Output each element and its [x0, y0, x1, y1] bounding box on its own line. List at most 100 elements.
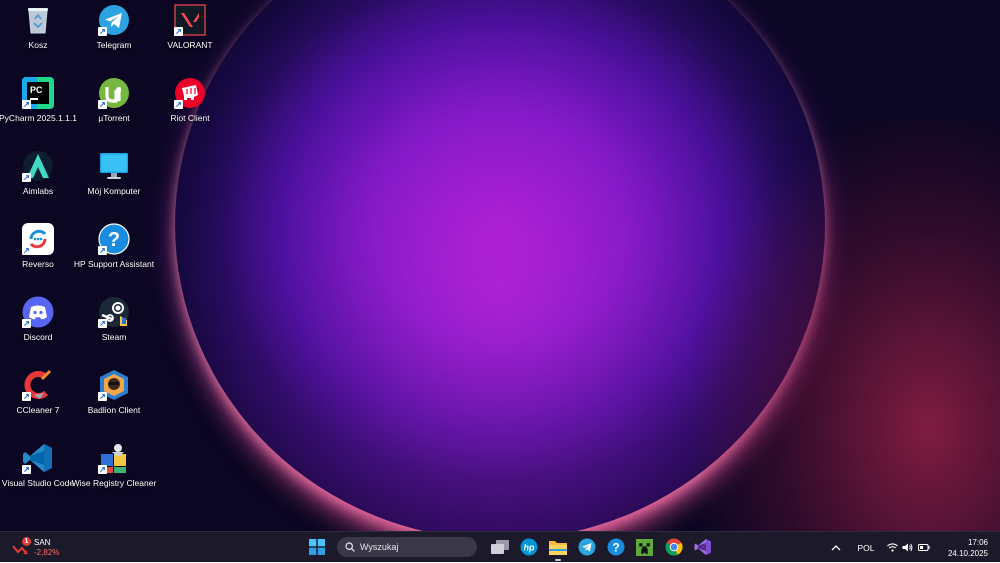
- desktop-icon-ccleaner[interactable]: ↗ CCleaner 7: [0, 365, 76, 427]
- desktop-icon-hp-support[interactable]: ? ↗ HP Support Assistant: [73, 219, 155, 281]
- svg-text:hp: hp: [523, 543, 534, 553]
- search-box[interactable]: Wyszukaj: [337, 537, 477, 557]
- search-icon: [345, 542, 355, 552]
- desktop-icon-label: Wise Registry Cleaner: [71, 478, 157, 488]
- help-icon: ?: [607, 538, 624, 556]
- shortcut-arrow-icon: ↗: [174, 100, 183, 109]
- badlion-icon: ↗: [98, 369, 130, 401]
- desktop-icon-telegram[interactable]: ↗ Telegram: [76, 0, 152, 62]
- desktop-icon-vscode[interactable]: ↗ Visual Studio Code: [0, 438, 76, 500]
- recycle-bin-icon: [22, 4, 54, 36]
- desktop-icon-discord[interactable]: ↗ Discord: [0, 292, 76, 354]
- taskbar-file-explorer[interactable]: [546, 535, 570, 561]
- windows-logo-icon: [308, 539, 325, 555]
- desktop-icon-wise-registry[interactable]: ↗ Wise Registry Cleaner: [72, 438, 156, 500]
- speaker-icon: [902, 543, 913, 552]
- desktop-icon-badlion[interactable]: ↗ Badlion Client: [76, 365, 152, 427]
- desktop-icon-label: Aimlabs: [22, 186, 54, 196]
- svg-text:?: ?: [108, 229, 120, 251]
- battery-icon: [917, 544, 930, 551]
- desktop-icon-label: Badlion Client: [87, 405, 141, 415]
- aimlabs-icon: ↗: [22, 150, 54, 182]
- desktop-icon-valorant[interactable]: ↗ VALORANT: [152, 0, 228, 62]
- wise-registry-icon: ↗: [98, 442, 130, 474]
- taskbar-task-view[interactable]: [488, 535, 512, 559]
- desktop-icon-label: Visual Studio Code: [1, 478, 75, 488]
- desktop-icon-label: Mój Komputer: [87, 186, 141, 196]
- desktop-icon-my-computer[interactable]: Mój Komputer: [76, 146, 152, 208]
- desktop-icon-reverso[interactable]: ↗ Reverso: [0, 219, 76, 281]
- minecraft-icon: [636, 538, 653, 556]
- monitor-icon: [98, 150, 130, 182]
- wifi-icon: [887, 543, 899, 552]
- shortcut-arrow-icon: ↗: [98, 319, 107, 328]
- chevron-up-icon: [831, 544, 841, 550]
- desktop-icon-label: Riot Client: [170, 113, 210, 123]
- utorrent-icon: ↗: [98, 77, 130, 109]
- desktop-icon-aimlabs[interactable]: ↗ Aimlabs: [0, 146, 76, 208]
- valorant-icon: ↗: [174, 4, 206, 36]
- svg-text:PC: PC: [30, 85, 43, 95]
- visual-studio-icon: [694, 539, 711, 555]
- shortcut-arrow-icon: ↗: [98, 246, 107, 255]
- help-icon: ? ↗: [98, 223, 130, 255]
- stock-widget: 1: [12, 537, 31, 556]
- vscode-icon: ↗: [22, 442, 54, 474]
- clock-date: 24.10.2025: [947, 548, 988, 558]
- volume-control[interactable]: [900, 543, 916, 552]
- stock-ticker: SAN: [34, 538, 51, 547]
- shortcut-arrow-icon: ↗: [174, 27, 183, 36]
- telegram-icon: ↗: [98, 4, 130, 36]
- desktop-icon-label: Steam: [101, 332, 127, 342]
- steam-icon: ↗: [98, 296, 130, 328]
- stock-widget-text: SAN -2,82%: [34, 538, 59, 558]
- svg-text:?: ?: [612, 541, 619, 555]
- taskbar-hp-support[interactable]: ?: [604, 535, 628, 559]
- desktop-icon-recycle-bin[interactable]: Kosz: [0, 0, 76, 62]
- shortcut-arrow-icon: ↗: [98, 465, 107, 474]
- ccleaner-icon: ↗: [22, 369, 54, 401]
- shortcut-arrow-icon: ↗: [22, 392, 31, 401]
- taskbar-telegram[interactable]: [575, 535, 599, 559]
- taskbar-hp[interactable]: hp: [517, 535, 541, 559]
- shortcut-arrow-icon: ↗: [98, 27, 107, 36]
- chrome-icon: [664, 538, 683, 556]
- shortcut-arrow-icon: ↗: [22, 246, 31, 255]
- desktop-icon-label: Discord: [23, 332, 53, 342]
- shortcut-arrow-icon: ↗: [98, 392, 107, 401]
- shortcut-arrow-icon: ↗: [98, 100, 107, 109]
- desktop-icon-riot-client[interactable]: ↗ Riot Client: [152, 73, 228, 135]
- hp-icon: hp: [520, 538, 537, 556]
- stock-change: -2,82%: [34, 548, 60, 557]
- taskbar-minecraft[interactable]: [633, 535, 657, 559]
- taskbar-visual-studio[interactable]: [691, 535, 715, 559]
- start-button[interactable]: [305, 535, 329, 559]
- taskbar-center: Wyszukaj hp ?: [302, 535, 717, 561]
- riot-client-icon: ↗: [174, 77, 206, 109]
- folder-icon: [548, 541, 567, 555]
- desktop-icon-label: Kosz: [28, 40, 48, 50]
- desktop-icon-pycharm[interactable]: PC ↗ PyCharm 2025.1.1.1: [0, 73, 77, 135]
- language-label: POL: [857, 542, 875, 553]
- desktop-icon-label: µTorrent: [98, 113, 130, 123]
- language-indicator[interactable]: POL: [846, 543, 886, 553]
- widgets-button[interactable]: 1 SAN -2,82%: [12, 536, 59, 560]
- desktop-wallpaper: Kosz PC ↗ PyCharm 2025.1.1.1 ↗ Aimlabs ↗…: [0, 0, 1000, 531]
- clock-button[interactable]: 17:06 24.10.2025: [948, 537, 988, 559]
- task-view-icon: [490, 540, 509, 554]
- desktop-icon-label: Reverso: [22, 259, 54, 269]
- shortcut-arrow-icon: ↗: [22, 173, 31, 182]
- show-hidden-icons-button[interactable]: [826, 544, 846, 551]
- desktop-icon-label: CCleaner 7: [16, 405, 60, 415]
- search-placeholder: Wyszukaj: [360, 542, 399, 552]
- desktop-icon-label: HP Support Assistant: [73, 259, 155, 269]
- notification-badge: 1: [22, 537, 31, 546]
- taskbar-chrome[interactable]: [662, 535, 686, 559]
- battery-status[interactable]: [916, 544, 932, 551]
- pycharm-icon: PC ↗: [22, 77, 54, 109]
- telegram-icon: [578, 538, 595, 556]
- desktop-icon-steam[interactable]: ↗ Steam: [76, 292, 152, 354]
- desktop-icon-utorrent[interactable]: ↗ µTorrent: [76, 73, 152, 135]
- network-status[interactable]: [886, 543, 900, 552]
- shortcut-arrow-icon: ↗: [22, 100, 31, 109]
